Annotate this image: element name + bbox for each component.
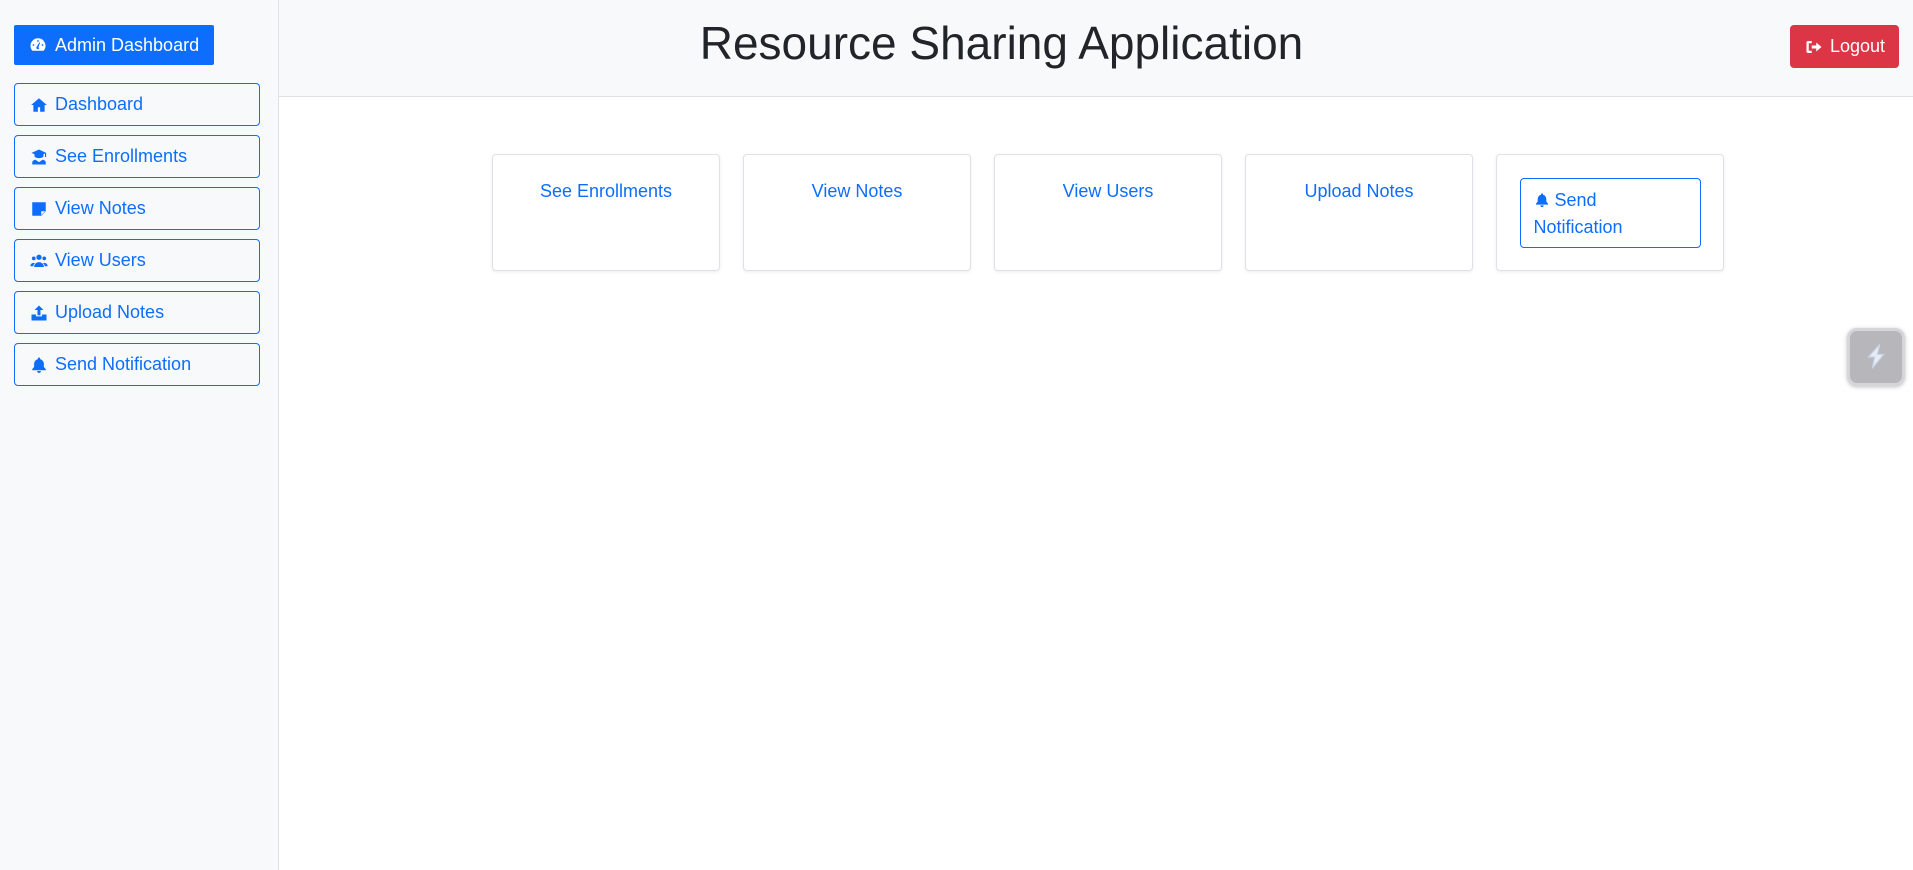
sidebar-item-upload-notes[interactable]: Upload Notes <box>14 291 260 334</box>
gauge-icon <box>28 35 48 55</box>
send-notification-button[interactable]: Send Notification <box>1519 178 1701 248</box>
logout-button[interactable]: Logout <box>1790 25 1899 68</box>
floating-widget-button[interactable] <box>1847 328 1905 386</box>
sidebar-item-label: See Enrollments <box>55 146 188 166</box>
sidebar: Admin Dashboard Dashboard See Enrollment… <box>0 0 279 870</box>
card-see-enrollments: See Enrollments <box>492 154 720 271</box>
action-cards: See Enrollments View Notes View Users Up… <box>492 154 1724 271</box>
see-enrollments-link[interactable]: See Enrollments <box>540 181 672 270</box>
note-icon <box>29 199 49 219</box>
sidebar-nav: Dashboard See Enrollments View Notes Vie… <box>14 83 260 395</box>
view-users-link[interactable]: View Users <box>1063 181 1154 270</box>
top-header: Resource Sharing Application <box>279 0 1913 97</box>
logout-label: Logout <box>1829 36 1886 56</box>
sidebar-item-label: Send Notification <box>55 354 192 374</box>
card-send-notification: Send Notification <box>1496 154 1724 271</box>
bell-icon <box>29 355 49 375</box>
view-notes-link[interactable]: View Notes <box>812 181 903 270</box>
lightning-icon <box>1861 342 1891 372</box>
card-view-users: View Users <box>994 154 1222 271</box>
admin-dashboard-button[interactable]: Admin Dashboard <box>14 25 214 65</box>
sidebar-item-label: Dashboard <box>55 94 144 114</box>
sidebar-item-label: Upload Notes <box>55 302 165 322</box>
graduate-icon <box>29 147 49 167</box>
sidebar-item-view-notes[interactable]: View Notes <box>14 187 260 230</box>
admin-dashboard-label: Admin Dashboard <box>55 34 200 55</box>
upload-icon <box>29 303 49 323</box>
sidebar-item-label: View Notes <box>55 198 146 218</box>
home-icon <box>29 95 49 115</box>
sidebar-item-label: View Users <box>55 250 146 270</box>
bell-icon <box>1534 192 1550 208</box>
sidebar-item-view-users[interactable]: View Users <box>14 239 260 282</box>
sidebar-item-send-notification[interactable]: Send Notification <box>14 343 260 386</box>
card-view-notes: View Notes <box>743 154 971 271</box>
users-icon <box>29 251 49 271</box>
logout-icon <box>1804 37 1824 57</box>
sidebar-item-see-enrollments[interactable]: See Enrollments <box>14 135 260 178</box>
card-upload-notes: Upload Notes <box>1245 154 1473 271</box>
page-title: Resource Sharing Application <box>699 17 1304 69</box>
sidebar-item-dashboard[interactable]: Dashboard <box>14 83 260 126</box>
upload-notes-link[interactable]: Upload Notes <box>1304 181 1413 270</box>
